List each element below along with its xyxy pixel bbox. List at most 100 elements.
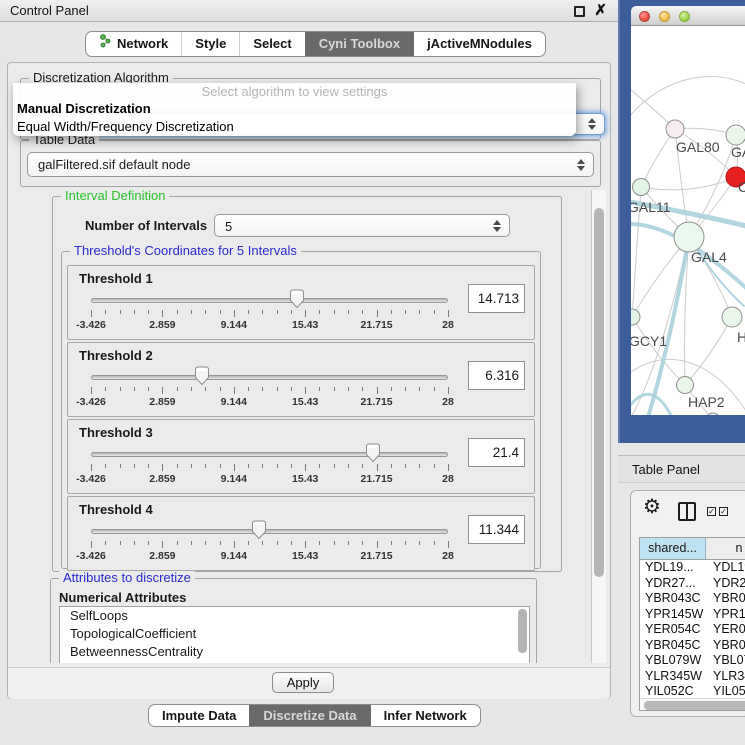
threshold-label: Threshold 2 (79, 348, 153, 363)
tick-label: 28 (442, 396, 454, 408)
gear-icon[interactable]: ⚙ (643, 497, 661, 517)
close-traffic-light-icon[interactable] (639, 11, 650, 22)
table-row[interactable]: YLR345WYLR345W (640, 669, 745, 685)
slider-handle[interactable] (251, 520, 267, 540)
tab-label: Style (195, 32, 226, 56)
tab-jactivemnodules[interactable]: jActiveMNodules (413, 32, 545, 56)
threshold-value-field[interactable]: 6.316 (468, 361, 525, 390)
tick-label: -3.426 (76, 473, 106, 485)
attributes-group-label: Attributes to discretize (59, 571, 195, 585)
minimize-traffic-light-icon[interactable] (659, 11, 670, 22)
popup-placeholder-item[interactable]: Select algorithm to view settings (13, 83, 576, 100)
threshold-value-field[interactable]: 11.344 (468, 515, 525, 544)
vertical-scrollbar-track[interactable] (591, 190, 606, 663)
tick-mark (248, 541, 249, 545)
popup-option[interactable]: Equal Width/Frequency Discretization (13, 118, 576, 136)
checkbox-icon[interactable]: ✓ (719, 507, 728, 516)
node-label: GAL80 (676, 139, 720, 155)
checkbox-icon[interactable]: ✓ (707, 507, 716, 516)
tick-mark (362, 464, 363, 468)
attribute-list-item[interactable]: BetweennessCentrality (60, 643, 529, 661)
tick-mark (305, 387, 306, 394)
tab-infer-network[interactable]: Infer Network (370, 705, 480, 726)
tick-label: 15.43 (292, 473, 318, 485)
table-column-header[interactable]: shared... (640, 538, 706, 559)
tick-mark (134, 464, 135, 468)
tick-mark (391, 310, 392, 314)
tick-mark (220, 541, 221, 545)
bottom-tab-bar: Impute DataDiscretize DataInfer Network (148, 704, 481, 727)
table-row[interactable]: YBR043CYBR043C (640, 591, 745, 607)
table-column-header[interactable]: n (706, 538, 745, 559)
node-table[interactable]: shared...n YDL19...YDL19...YDR27...YDR27… (639, 537, 745, 711)
network-window-titlebar (631, 6, 745, 26)
attribute-list-item[interactable]: SelfLoops (60, 607, 529, 625)
table-data-select[interactable]: galFiltered.sif default node (27, 152, 594, 177)
table-row[interactable]: YBR045CYBR045C (640, 638, 745, 654)
numerical-attributes-list[interactable]: SelfLoopsTopologicalCoefficientBetweenne… (59, 606, 530, 663)
popup-option[interactable]: Manual Discretization (13, 100, 576, 118)
tab-style[interactable]: Style (181, 32, 239, 56)
network-node (631, 309, 640, 325)
tab-discretize-data[interactable]: Discretize Data (249, 705, 369, 726)
stepper-arrows-icon (493, 220, 501, 232)
tick-mark (291, 541, 292, 545)
horizontal-scrollbar-track[interactable] (640, 698, 745, 710)
slider-handle[interactable] (194, 366, 210, 386)
tick-mark (205, 464, 206, 468)
float-window-icon[interactable] (574, 6, 585, 17)
slider-track[interactable] (91, 375, 448, 380)
attribute-list-item[interactable]: TopologicalCoefficient (60, 625, 529, 643)
number-of-intervals-select[interactable]: 5 (214, 214, 510, 237)
table-cell: YBR045C (640, 638, 706, 654)
horizontal-scrollbar-thumb[interactable] (644, 701, 745, 710)
tick-mark (262, 464, 263, 468)
apply-button[interactable]: Apply (272, 672, 334, 693)
table-row[interactable]: YDL19...YDL19... (640, 560, 745, 576)
vertical-scrollbar-thumb[interactable] (594, 208, 604, 577)
slider-track[interactable] (91, 452, 448, 457)
screen: { "window": { "title": "Control Panel", … (0, 0, 745, 745)
tab-label: jActiveMNodules (427, 32, 532, 56)
network-node (722, 307, 742, 327)
table-row[interactable]: YBL079WYBL079W (640, 653, 745, 669)
tick-mark (234, 464, 235, 471)
tick-mark (248, 387, 249, 391)
tick-label: -3.426 (76, 396, 106, 408)
column-view-icon[interactable] (678, 502, 696, 521)
tick-mark (205, 387, 206, 391)
slider-ticks (91, 541, 448, 549)
tab-select[interactable]: Select (239, 32, 304, 56)
network-icon (99, 32, 112, 56)
slider-handle[interactable] (289, 289, 305, 309)
tick-mark (334, 387, 335, 391)
tick-mark (162, 541, 163, 548)
tick-mark (120, 541, 121, 545)
tick-mark (419, 541, 420, 545)
threshold-value-field[interactable]: 14.713 (468, 284, 525, 313)
tick-mark (419, 387, 420, 391)
tick-label: 21.715 (361, 550, 393, 562)
zoom-traffic-light-icon[interactable] (679, 11, 690, 22)
threshold-panel: Threshold 4-3.4262.8599.14415.4321.71528… (67, 496, 535, 571)
tab-network[interactable]: Network (86, 32, 181, 56)
tab-label: Cyni Toolbox (319, 32, 400, 56)
slider-track[interactable] (91, 298, 448, 303)
tab-impute-data[interactable]: Impute Data (149, 705, 249, 726)
tick-label: 28 (442, 319, 454, 331)
table-row[interactable]: YER054CYER054C (640, 622, 745, 638)
slider-track[interactable] (91, 529, 448, 534)
list-scrollbar-thumb[interactable] (518, 609, 527, 653)
tick-mark (262, 310, 263, 314)
close-icon[interactable]: ✗ (594, 1, 607, 19)
slider-handle[interactable] (365, 443, 381, 463)
network-canvas[interactable]: GAL80GACGAL11GAL4GCY1HHAP2 (631, 26, 745, 415)
tick-mark (162, 387, 163, 394)
table-row[interactable]: YPR145WYPR145W (640, 607, 745, 623)
table-row[interactable]: YDR27...YDR27... (640, 576, 745, 592)
tab-cyni-toolbox[interactable]: Cyni Toolbox (305, 32, 413, 56)
node-label: C (738, 179, 745, 195)
threshold-value-field[interactable]: 21.4 (468, 438, 525, 467)
tick-mark (105, 310, 106, 314)
tick-mark (334, 541, 335, 545)
